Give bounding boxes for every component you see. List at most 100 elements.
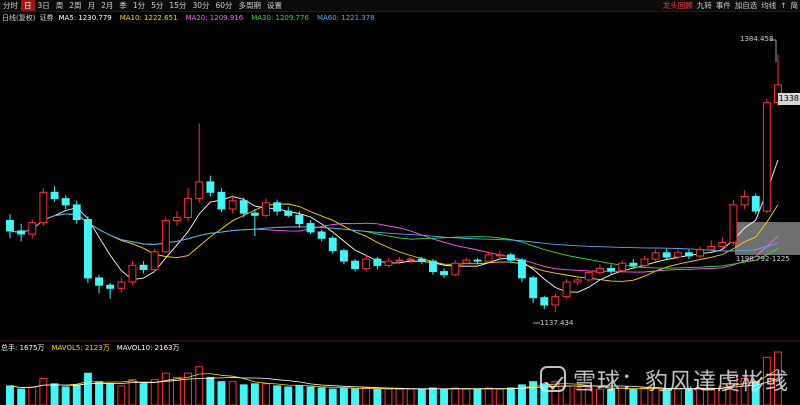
candle-body bbox=[161, 220, 170, 253]
right-axis-price-tag: 1338 bbox=[777, 93, 800, 105]
candle-body bbox=[506, 254, 515, 261]
mavol5-label: MAVOL5: 2123万 bbox=[51, 344, 110, 352]
candle-body bbox=[262, 202, 270, 216]
ma5-line bbox=[9, 159, 779, 293]
candle-body bbox=[195, 181, 204, 200]
volume-bar bbox=[384, 388, 393, 405]
candle-body bbox=[373, 258, 382, 266]
volume-bar bbox=[173, 376, 181, 405]
volume-bar bbox=[106, 383, 115, 405]
candle-body bbox=[440, 271, 449, 276]
candle-body bbox=[28, 222, 37, 235]
candle-body bbox=[95, 277, 103, 286]
candle-body bbox=[395, 259, 404, 262]
candle-body bbox=[295, 214, 304, 225]
candle-body bbox=[72, 204, 81, 220]
candle-body bbox=[573, 279, 582, 283]
candle-body bbox=[518, 259, 526, 279]
candle-body bbox=[685, 252, 693, 257]
candle-body bbox=[417, 258, 426, 262]
candle-body bbox=[429, 260, 437, 273]
candle-body bbox=[250, 212, 259, 216]
candle-body bbox=[284, 210, 293, 216]
volume-bar bbox=[495, 388, 504, 405]
candle-body bbox=[451, 262, 460, 276]
ma10-line bbox=[9, 203, 779, 282]
volume-bar bbox=[95, 381, 103, 405]
candle-body bbox=[217, 191, 226, 210]
volume-bar bbox=[72, 384, 81, 405]
volume-bar bbox=[451, 387, 460, 405]
candle-body bbox=[150, 251, 159, 271]
candle-body bbox=[596, 268, 604, 274]
volume-legend: 总手: 1675万 MAVOL5: 2123万 MAVOL10: 2163万 bbox=[1, 343, 186, 353]
volume-bar bbox=[262, 383, 270, 405]
volume-bar bbox=[117, 385, 126, 405]
candle-body bbox=[529, 277, 538, 299]
candle-body bbox=[273, 202, 282, 212]
volume-bar bbox=[195, 366, 204, 405]
candle-body bbox=[551, 296, 560, 306]
volume-bar bbox=[295, 385, 304, 405]
candle-body bbox=[340, 250, 348, 262]
volume-bar bbox=[317, 387, 326, 405]
candle-body bbox=[640, 258, 649, 266]
candle-body bbox=[317, 231, 326, 239]
candle-body bbox=[50, 191, 59, 200]
candle-body bbox=[740, 196, 749, 206]
volume-bar bbox=[6, 385, 14, 405]
candle-body bbox=[718, 241, 727, 248]
volume-bar bbox=[473, 388, 482, 405]
volume-bar bbox=[239, 384, 248, 405]
candle-body bbox=[128, 264, 137, 283]
candle-body bbox=[562, 281, 571, 298]
volume-bar bbox=[306, 386, 315, 405]
volume-bar bbox=[161, 372, 170, 405]
volume-bar bbox=[351, 388, 360, 405]
candle-body bbox=[495, 254, 504, 257]
volume-bar bbox=[462, 388, 471, 405]
volume-bar bbox=[50, 383, 59, 405]
candle-body bbox=[607, 268, 615, 272]
volume-bar bbox=[506, 387, 515, 405]
volume-bar bbox=[28, 386, 37, 405]
candle-body bbox=[662, 252, 671, 258]
volume-bar bbox=[139, 383, 148, 405]
volume-bar bbox=[529, 381, 538, 405]
candle-body bbox=[228, 200, 237, 210]
total-volume-label: 总手: 1675万 bbox=[1, 344, 45, 352]
candle-body bbox=[351, 260, 360, 270]
ma60-line bbox=[9, 213, 779, 252]
candle-body bbox=[84, 219, 92, 279]
mavol10-label: MAVOL10: 2163万 bbox=[116, 344, 180, 352]
candle-body bbox=[184, 198, 193, 218]
candle-body bbox=[618, 262, 627, 272]
volume-bar bbox=[128, 379, 137, 405]
candle-body bbox=[729, 204, 738, 243]
candle-body bbox=[462, 259, 471, 264]
projection-box bbox=[735, 222, 800, 255]
volume-bar bbox=[429, 387, 437, 405]
candle-body bbox=[328, 237, 337, 252]
volume-bar bbox=[406, 388, 415, 405]
volume-bar bbox=[484, 387, 493, 405]
volume-bar bbox=[150, 379, 159, 405]
candle-body bbox=[673, 252, 682, 258]
volume-bar bbox=[61, 386, 70, 405]
candle-body bbox=[473, 259, 482, 262]
volume-bar bbox=[273, 385, 282, 405]
watermark: 雪球：豹风達虔彬彧 bbox=[540, 362, 789, 396]
range-price-label: 1198.792-1225 bbox=[736, 255, 790, 263]
volume-bar bbox=[395, 388, 404, 405]
candle-body bbox=[239, 200, 248, 214]
candle-body bbox=[117, 281, 126, 289]
volume-bar bbox=[328, 388, 337, 405]
candle-body bbox=[751, 196, 760, 212]
candle-body bbox=[17, 230, 26, 235]
watermark-text: 雪球：豹风達虔彬彧 bbox=[573, 369, 789, 395]
candle-body bbox=[139, 264, 148, 270]
volume-bar bbox=[284, 386, 293, 405]
volume-bar bbox=[206, 376, 215, 405]
low-price-label: 1137.434 bbox=[540, 319, 574, 327]
candle-body bbox=[707, 246, 716, 251]
